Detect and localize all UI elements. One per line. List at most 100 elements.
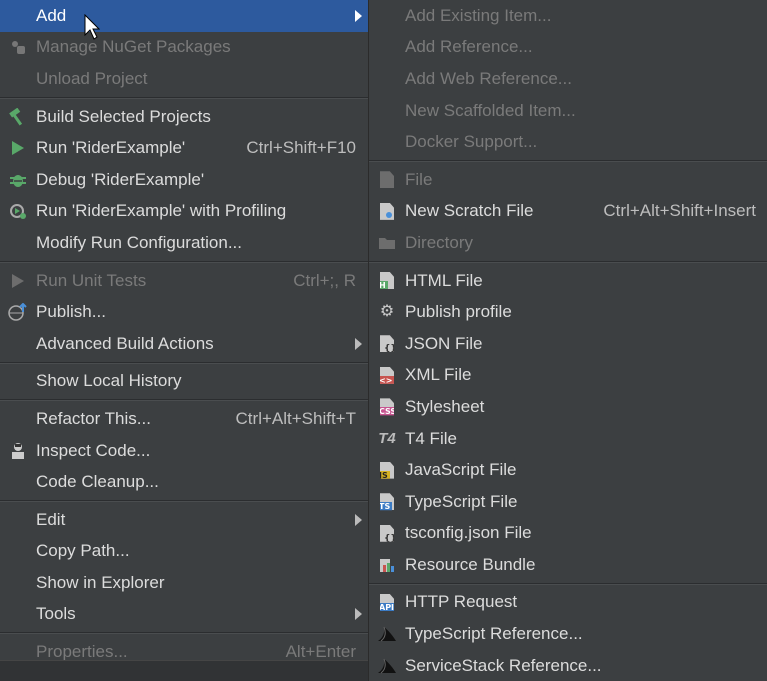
submenu-item-typescript-file[interactable]: TS TypeScript File bbox=[369, 486, 767, 518]
js-file-icon: JS bbox=[369, 454, 405, 486]
shortcut-text: Ctrl+Alt+Shift+T bbox=[235, 408, 356, 428]
separator bbox=[0, 499, 368, 502]
shortcut-text: Ctrl+Shift+F10 bbox=[246, 138, 356, 158]
menu-item-label: Show Local History bbox=[36, 371, 182, 391]
menu-item-label: Manage NuGet Packages bbox=[36, 37, 231, 57]
submenu-item-javascript-file[interactable]: JS JavaScript File bbox=[369, 454, 767, 486]
menu-item-show-in-explorer[interactable]: Show in Explorer bbox=[0, 567, 368, 599]
menu-item-label: TypeScript File bbox=[405, 491, 518, 511]
submenu-item-servicestack-reference[interactable]: ServiceStack Reference... bbox=[369, 650, 767, 681]
menu-item-label: JavaScript File bbox=[405, 460, 517, 480]
project-context-menu: Add Manage NuGet Packages Unload Project… bbox=[0, 0, 368, 681]
t4-icon: T4 bbox=[378, 430, 396, 448]
menu-item-label: ServiceStack Reference... bbox=[405, 655, 602, 675]
scratch-file-icon bbox=[369, 196, 405, 228]
submenu-arrow-icon bbox=[355, 9, 362, 22]
file-icon bbox=[369, 164, 405, 196]
submenu-arrow-icon bbox=[355, 337, 362, 350]
xml-file-icon: <> bbox=[369, 360, 405, 392]
submenu-item-add-reference[interactable]: Add Reference... bbox=[369, 32, 767, 64]
menu-item-label: Resource Bundle bbox=[405, 554, 536, 574]
menu-item-run-unit-tests[interactable]: Run Unit Tests Ctrl+;, R bbox=[0, 265, 368, 297]
resource-bundle-icon bbox=[369, 549, 405, 581]
menu-item-manage-nuget[interactable]: Manage NuGet Packages bbox=[0, 32, 368, 64]
menu-item-add[interactable]: Add bbox=[0, 0, 368, 32]
submenu-item-docker-support[interactable]: Docker Support... bbox=[369, 126, 767, 158]
menu-item-label: New Scaffolded Item... bbox=[405, 100, 576, 120]
submenu-item-json-file[interactable]: {} JSON File bbox=[369, 328, 767, 360]
menu-item-label: Directory bbox=[405, 232, 474, 252]
shortcut-text: Ctrl+Alt+Shift+Insert bbox=[603, 201, 756, 221]
servicestack-icon bbox=[369, 650, 405, 681]
menu-item-run-profiling[interactable]: Run 'RiderExample' with Profiling bbox=[0, 196, 368, 228]
submenu-arrow-icon bbox=[355, 513, 362, 526]
submenu-item-file[interactable]: File bbox=[369, 164, 767, 196]
profiling-icon bbox=[0, 196, 36, 228]
menu-item-label: T4 File bbox=[405, 428, 457, 448]
submenu-item-stylesheet[interactable]: CSS Stylesheet bbox=[369, 391, 767, 423]
menu-item-refactor-this[interactable]: Refactor This... Ctrl+Alt+Shift+T bbox=[0, 403, 368, 435]
menu-item-label: Debug 'RiderExample' bbox=[36, 169, 205, 189]
menu-item-inspect-code[interactable]: Inspect Code... bbox=[0, 435, 368, 467]
submenu-item-publish-profile[interactable]: ⚙ Publish profile bbox=[369, 296, 767, 328]
menu-item-label: Run 'RiderExample' with Profiling bbox=[36, 201, 287, 221]
publish-icon bbox=[0, 296, 36, 328]
menu-item-label: HTTP Request bbox=[405, 592, 518, 612]
json-file-icon: {} bbox=[369, 328, 405, 360]
menu-item-advanced-build-actions[interactable]: Advanced Build Actions bbox=[0, 328, 368, 360]
menu-item-label: JSON File bbox=[405, 333, 483, 353]
menu-item-label: Unload Project bbox=[36, 68, 148, 88]
menu-item-label: Add Web Reference... bbox=[405, 68, 572, 88]
menu-item-build-selected[interactable]: Build Selected Projects bbox=[0, 101, 368, 133]
submenu-item-add-existing[interactable]: Add Existing Item... bbox=[369, 0, 767, 32]
tsconfig-file-icon: {} bbox=[369, 518, 405, 550]
menu-item-modify-run-config[interactable]: Modify Run Configuration... bbox=[0, 227, 368, 259]
menu-item-show-local-history[interactable]: Show Local History bbox=[0, 366, 368, 398]
menu-item-label: Show in Explorer bbox=[36, 572, 165, 592]
menu-item-tools[interactable]: Tools bbox=[0, 599, 368, 631]
bug-icon bbox=[0, 164, 36, 196]
menu-item-label: Publish... bbox=[36, 302, 106, 322]
menu-item-run[interactable]: Run 'RiderExample' Ctrl+Shift+F10 bbox=[0, 132, 368, 164]
css-file-icon: CSS bbox=[369, 391, 405, 423]
run-icon bbox=[0, 132, 36, 164]
menu-item-label: TypeScript Reference... bbox=[405, 624, 583, 644]
submenu-arrow-icon bbox=[355, 608, 362, 621]
submenu-item-t4-file[interactable]: T4 T4 File bbox=[369, 423, 767, 455]
menu-item-label: Docker Support... bbox=[405, 132, 538, 152]
submenu-item-http-request[interactable]: API HTTP Request bbox=[369, 587, 767, 619]
status-strip bbox=[0, 660, 368, 681]
submenu-item-resource-bundle[interactable]: Resource Bundle bbox=[369, 549, 767, 581]
submenu-item-new-scratch-file[interactable]: New Scratch File Ctrl+Alt+Shift+Insert bbox=[369, 196, 767, 228]
menu-item-label: Copy Path... bbox=[36, 541, 130, 561]
submenu-item-add-web-reference[interactable]: Add Web Reference... bbox=[369, 63, 767, 95]
submenu-item-new-scaffolded[interactable]: New Scaffolded Item... bbox=[369, 95, 767, 127]
submenu-item-typescript-reference[interactable]: TypeScript Reference... bbox=[369, 618, 767, 650]
menu-item-publish[interactable]: Publish... bbox=[0, 296, 368, 328]
menu-item-unload-project[interactable]: Unload Project bbox=[0, 63, 368, 95]
html-file-icon: H bbox=[369, 265, 405, 297]
submenu-item-directory[interactable]: Directory bbox=[369, 227, 767, 259]
menu-item-label: Publish profile bbox=[405, 302, 512, 322]
shortcut-text: Ctrl+;, R bbox=[293, 270, 356, 290]
menu-item-debug[interactable]: Debug 'RiderExample' bbox=[0, 164, 368, 196]
menu-item-label: Add Existing Item... bbox=[405, 5, 552, 25]
inspect-icon bbox=[0, 435, 36, 467]
menu-item-edit[interactable]: Edit bbox=[0, 504, 368, 536]
menu-item-copy-path[interactable]: Copy Path... bbox=[0, 536, 368, 568]
gear-icon: ⚙ bbox=[379, 303, 395, 321]
submenu-item-tsconfig-file[interactable]: {} tsconfig.json File bbox=[369, 518, 767, 550]
separator bbox=[369, 582, 767, 585]
menu-item-code-cleanup[interactable]: Code Cleanup... bbox=[0, 466, 368, 498]
separator bbox=[0, 632, 368, 635]
http-request-icon: API bbox=[369, 587, 405, 619]
submenu-item-xml-file[interactable]: <> XML File bbox=[369, 360, 767, 392]
submenu-item-html-file[interactable]: H HTML File bbox=[369, 265, 767, 297]
separator bbox=[369, 260, 767, 263]
menu-item-label: File bbox=[405, 169, 433, 189]
menu-item-label: Code Cleanup... bbox=[36, 472, 159, 492]
separator bbox=[0, 260, 368, 263]
separator bbox=[0, 361, 368, 364]
menu-item-label: tsconfig.json File bbox=[405, 523, 532, 543]
menu-item-label: Add Reference... bbox=[405, 37, 533, 57]
